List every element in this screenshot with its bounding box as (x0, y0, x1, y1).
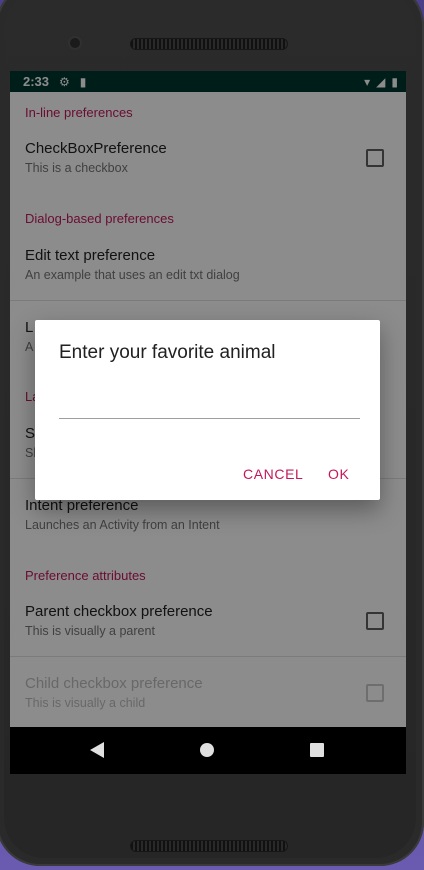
earpiece-speaker (130, 38, 288, 50)
home-icon[interactable] (200, 743, 214, 757)
navigation-bar (10, 727, 406, 774)
front-camera-icon (68, 36, 82, 50)
recents-icon[interactable] (310, 743, 324, 757)
edit-text-dialog: Enter your favorite animal CANCEL OK (35, 320, 380, 500)
cancel-button[interactable]: CANCEL (243, 466, 303, 482)
device-screen: 2:33 ⚙ ▮ ▾ ◢ ▮ In-line preferences Check… (10, 71, 406, 774)
dialog-title: Enter your favorite animal (59, 342, 276, 363)
bottom-speaker (130, 840, 288, 852)
back-icon[interactable] (90, 742, 104, 758)
animal-input[interactable] (59, 390, 360, 419)
ok-button[interactable]: OK (328, 466, 349, 482)
